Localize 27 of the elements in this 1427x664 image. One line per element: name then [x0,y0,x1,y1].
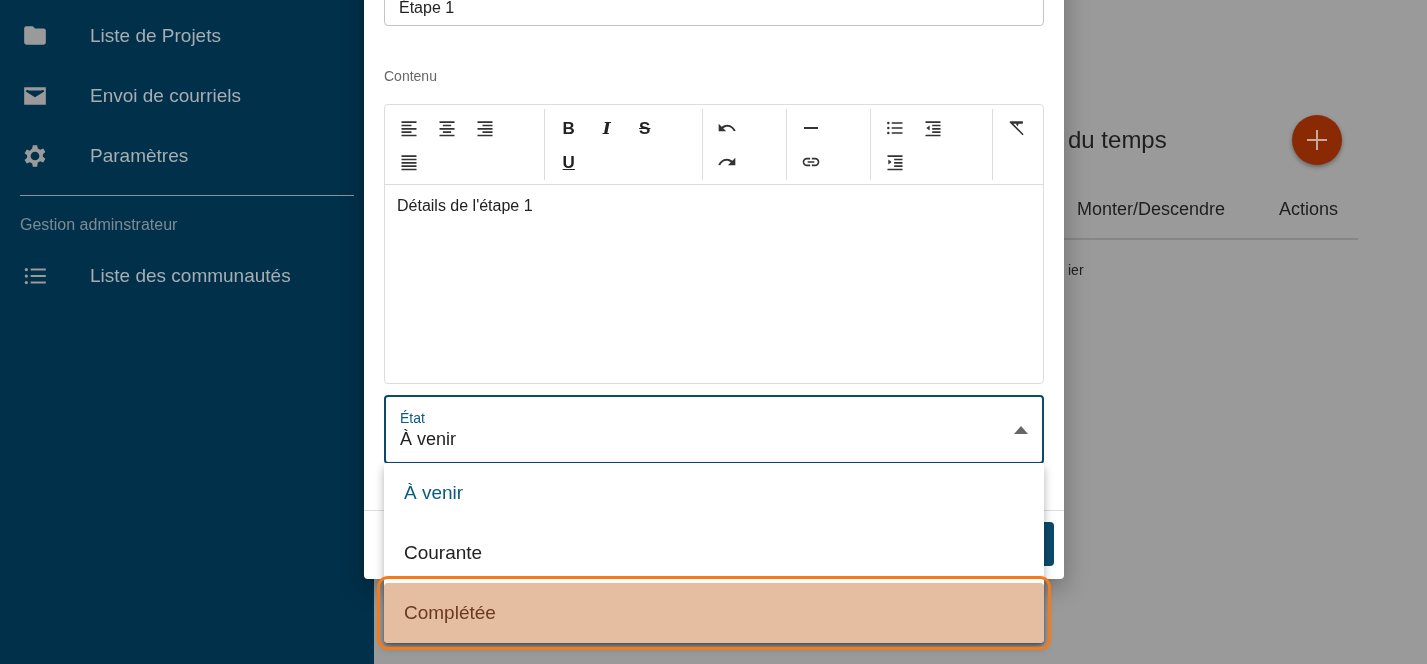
sidebar-item[interactable]: Paramètres [0,136,189,176]
caret-up-icon [1014,425,1028,434]
sidebar-item[interactable]: Liste de Projets [0,16,221,56]
add-button[interactable] [1292,115,1342,165]
sidebar-item[interactable]: Liste des communautés [0,256,291,296]
title-field[interactable]: Étape 1 [384,0,1044,26]
indent-icon [885,152,906,172]
italic-button[interactable]: I [587,109,626,147]
justify-icon [399,152,419,172]
editor-text[interactable]: Détails de l'étape 1 [385,185,545,227]
align-left-icon [399,118,419,138]
outdent-icon [923,118,944,138]
section-label: Gestion adminstrateur [20,216,178,234]
align-center-icon [437,118,457,138]
plus-icon [1306,129,1328,151]
dropdown-option[interactable]: À venir [384,463,1044,523]
field-label: Contenu [384,68,437,84]
strikethrough-button[interactable]: S [625,109,664,147]
align-right-icon [475,118,495,138]
column-header: Actions [1279,199,1339,220]
horizontal-rule-icon [803,127,818,129]
column-header: Monter/Descendre [1077,199,1226,220]
dropdown-option[interactable]: Courante [384,523,1044,583]
table-cell: ier [1068,262,1084,278]
page-title: du temps [1068,126,1167,154]
gear-icon [22,143,48,169]
sidebar-item[interactable]: Envoi de courriels [0,76,242,116]
